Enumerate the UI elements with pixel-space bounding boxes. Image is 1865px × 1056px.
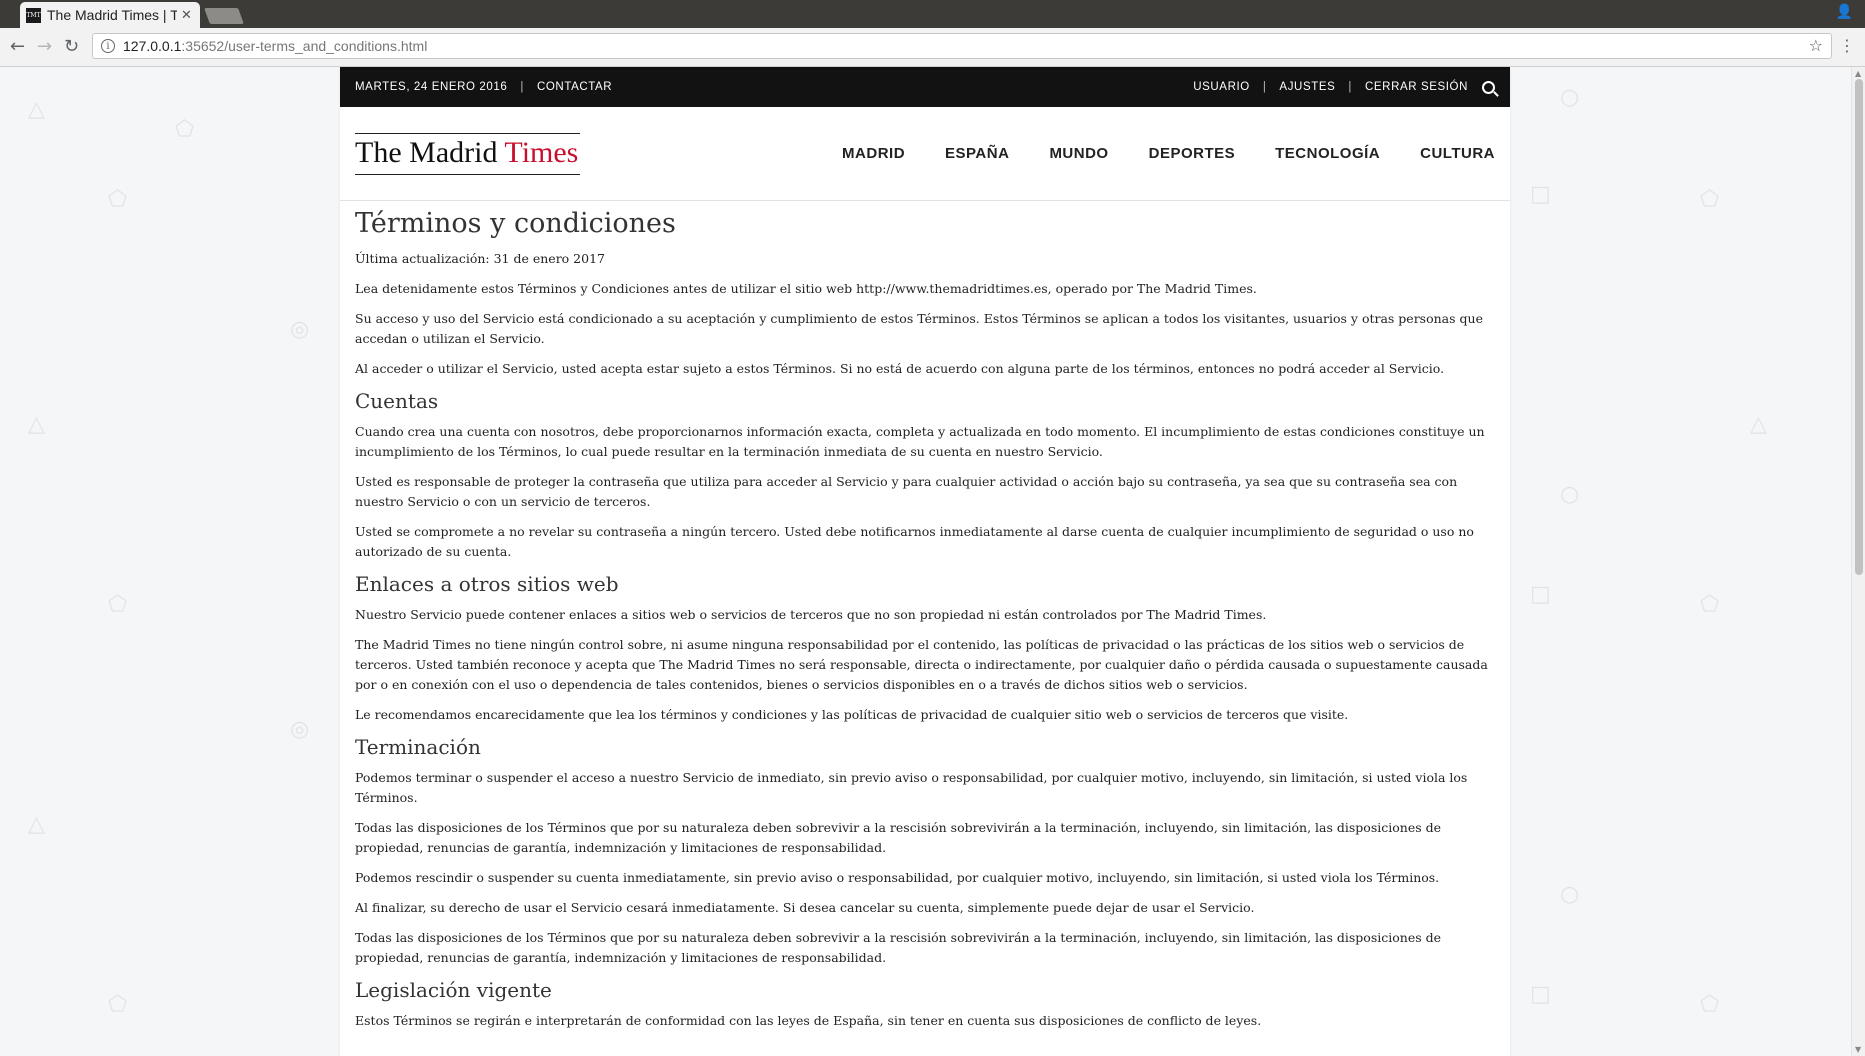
- background-circle-icon: ○: [1560, 482, 1580, 507]
- current-date: MARTES, 24 ENERO 2016: [355, 81, 508, 93]
- site-logo[interactable]: The Madrid Times: [355, 132, 581, 175]
- scrollbar-thumb[interactable]: [1855, 79, 1863, 575]
- bookmark-star-icon[interactable]: ☆: [1809, 36, 1823, 55]
- browser-toolbar: ← → ↻ i 127.0.0.1:35652/user-terms_and_c…: [0, 28, 1865, 67]
- scroll-up-icon[interactable]: ▲: [1855, 69, 1861, 78]
- scroll-down-icon[interactable]: ▼: [1855, 1045, 1861, 1054]
- section-paragraph: Cuando crea una cuenta con nosotros, deb…: [355, 424, 1485, 459]
- nav-link-deportes[interactable]: DEPORTES: [1149, 145, 1236, 162]
- background-pentagon-icon: ⬠: [1700, 187, 1720, 212]
- nav-link-mundo[interactable]: MUNDO: [1049, 145, 1108, 162]
- settings-link[interactable]: AJUSTES: [1279, 81, 1335, 93]
- background-pentagon-icon: ⬠: [1700, 992, 1720, 1017]
- divider: |: [520, 81, 524, 93]
- background-pentagon-icon: ⬠: [175, 117, 195, 142]
- section-paragraph: Todas las disposiciones de los Términos …: [355, 930, 1441, 965]
- section-paragraph: The Madrid Times no tiene ningún control…: [355, 637, 1488, 692]
- site-favicon-icon: TMT: [26, 7, 41, 23]
- profile-icon[interactable]: 👤: [1836, 4, 1853, 20]
- background-triangle-icon: △: [28, 412, 45, 437]
- browser-titlebar: TMT The Madrid Times | Términos y condic…: [0, 0, 1865, 28]
- section-heading-governing-law: Legislación vigente: [355, 978, 552, 1002]
- background-pentagon-icon: ⬠: [108, 992, 128, 1017]
- section-paragraph: Podemos rescindir o suspender su cuenta …: [355, 870, 1440, 885]
- section-paragraph: Le recomendamos encarecidamente que lea …: [355, 707, 1349, 722]
- address-bar[interactable]: i 127.0.0.1:35652/user-terms_and_conditi…: [92, 33, 1832, 59]
- forward-arrow-icon[interactable]: →: [37, 36, 52, 57]
- nav-link-espana[interactable]: ESPAÑA: [945, 145, 1009, 162]
- site-container: MARTES, 24 ENERO 2016 | CONTACTAR USUARI…: [340, 67, 1510, 1056]
- nav-link-tecnologia[interactable]: TECNOLOGÍA: [1275, 145, 1380, 162]
- browser-menu-icon[interactable]: ⋮: [1839, 36, 1855, 55]
- section-paragraph: Al finalizar, su derecho de usar el Serv…: [355, 900, 1255, 915]
- background-square-icon: □: [1530, 182, 1551, 207]
- logout-link[interactable]: CERRAR SESIÓN: [1365, 81, 1468, 93]
- section-heading-links: Enlaces a otros sitios web: [355, 572, 619, 596]
- last-updated: Última actualización: 31 de enero 2017: [355, 251, 605, 266]
- background-pentagon-icon: ⬠: [1700, 592, 1720, 617]
- divider: |: [1262, 81, 1267, 93]
- close-tab-icon[interactable]: ✕: [181, 8, 192, 23]
- section-paragraph: Podemos terminar o suspender el acceso a…: [355, 770, 1468, 805]
- reload-icon[interactable]: ↻: [64, 36, 79, 57]
- back-arrow-icon[interactable]: ←: [10, 36, 25, 57]
- section-paragraph: Usted es responsable de proteger la cont…: [355, 474, 1458, 509]
- page-viewport: △ ⬠ ⬠ ◎ △ ⬠ ◎ △ ⬠ ○ □ ⬠ ○ □ ⬠ △ ○ □ ⬠ MA…: [0, 67, 1851, 1056]
- top-utility-bar: MARTES, 24 ENERO 2016 | CONTACTAR USUARI…: [340, 67, 1510, 107]
- browser-tab[interactable]: TMT The Madrid Times | Términos y condic…: [20, 2, 200, 28]
- background-pentagon-icon: ⬠: [108, 592, 128, 617]
- intro-paragraph: Al acceder o utilizar el Servicio, usted…: [355, 361, 1445, 376]
- new-tab-button[interactable]: [204, 8, 244, 24]
- contact-link[interactable]: CONTACTAR: [537, 81, 612, 93]
- section-paragraph: Todas las disposiciones de los Términos …: [355, 820, 1441, 855]
- intro-paragraph: Su acceso y uso del Servicio está condic…: [355, 311, 1483, 346]
- search-icon[interactable]: [1482, 80, 1495, 94]
- section-paragraph: Nuestro Servicio puede contener enlaces …: [355, 607, 1267, 622]
- section-paragraph: Usted se compromete a no revelar su cont…: [355, 524, 1474, 559]
- section-heading-termination: Terminación: [355, 735, 481, 759]
- intro-paragraph: Lea detenidamente estos Términos y Condi…: [355, 281, 1257, 296]
- site-info-icon[interactable]: i: [101, 39, 115, 53]
- section-heading-accounts: Cuentas: [355, 389, 439, 413]
- background-triangle-icon: △: [28, 812, 45, 837]
- nav-link-cultura[interactable]: CULTURA: [1420, 145, 1495, 162]
- background-circle-icon: ○: [1560, 882, 1580, 907]
- background-circle-icon: ○: [1560, 85, 1580, 110]
- background-triangle-icon: △: [1750, 412, 1767, 437]
- site-header: The Madrid Times MADRID ESPAÑA MUNDO DEP…: [340, 107, 1510, 201]
- page-scrollbar[interactable]: ▲ ▼: [1851, 67, 1865, 1056]
- page-title: Términos y condiciones: [355, 208, 676, 239]
- background-square-icon: □: [1530, 582, 1551, 607]
- background-square-icon: □: [1530, 982, 1551, 1007]
- terms-content: Términos y condiciones Última actualizac…: [340, 208, 1510, 1031]
- background-triangle-icon: △: [28, 97, 45, 122]
- tab-title: The Madrid Times | Términos y condicione…: [47, 7, 177, 23]
- url-text: 127.0.0.1:35652/user-terms_and_condition…: [123, 38, 428, 54]
- background-spiral-icon: ◎: [290, 317, 310, 342]
- background-pentagon-icon: ⬠: [108, 187, 128, 212]
- section-paragraph: Estos Términos se regirán e interpretará…: [355, 1013, 1262, 1028]
- divider: |: [1348, 81, 1352, 93]
- background-spiral-icon: ◎: [290, 717, 310, 742]
- user-link[interactable]: USUARIO: [1193, 81, 1250, 93]
- nav-link-madrid[interactable]: MADRID: [842, 145, 905, 162]
- main-navigation: MADRID ESPAÑA MUNDO DEPORTES TECNOLOGÍA …: [802, 145, 1495, 162]
